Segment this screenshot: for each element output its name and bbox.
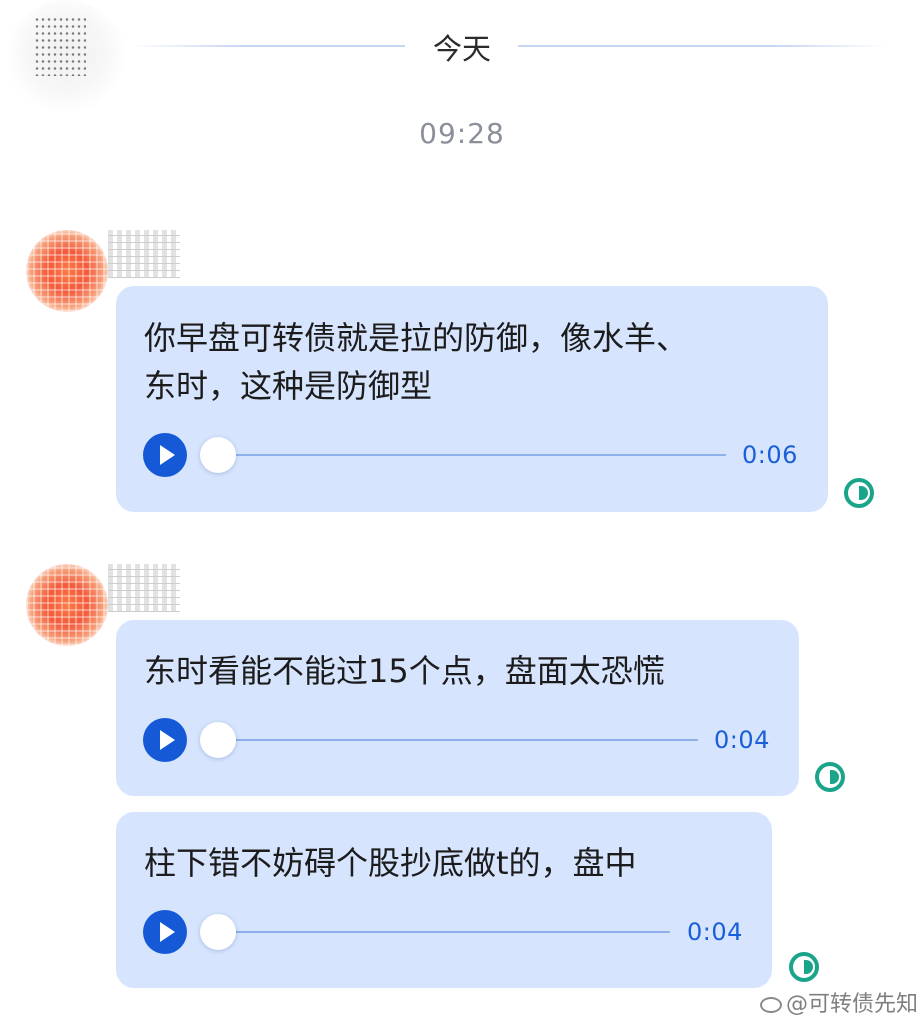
weibo-icon [759, 997, 782, 1013]
play-icon [160, 730, 175, 750]
avatar-image [26, 230, 108, 312]
voice-duration: 0:04 [714, 726, 770, 754]
play-button[interactable] [143, 910, 187, 954]
day-label: 今天 [432, 32, 491, 66]
read-receipt-icon [844, 478, 874, 508]
voice-message-bubble[interactable]: 你早盘可转债就是拉的防御，像水羊、 东时，这种是防御型 0:06 [116, 286, 828, 512]
seek-track[interactable] [218, 739, 698, 741]
play-icon [160, 922, 175, 942]
sender-name-blurred [108, 564, 180, 612]
seek-handle[interactable] [200, 437, 236, 473]
voice-duration: 0:04 [687, 918, 743, 946]
seek-handle[interactable] [200, 914, 236, 950]
avatar-image [26, 564, 108, 646]
seek-track[interactable] [218, 454, 726, 456]
watermark-text: @可转债先知 [785, 992, 918, 1017]
message-timestamp: 09:28 [419, 117, 505, 150]
play-button[interactable] [143, 433, 187, 477]
play-button[interactable] [143, 718, 187, 762]
voice-duration: 0:06 [742, 441, 798, 469]
read-receipt-icon [789, 952, 819, 982]
day-separator: 今天 [0, 18, 924, 74]
read-receipt-icon [815, 762, 845, 792]
voice-message-bubble[interactable]: 柱下错不妨碍个股抄底做t的，盘中 0:04 [116, 812, 772, 988]
seek-track[interactable] [218, 931, 670, 933]
sender-name-blurred [108, 230, 180, 278]
transcript-line: 东时看能不能过15个点，盘面太恐慌 [144, 652, 665, 690]
separator-line-left [130, 45, 405, 47]
watermark: @可转债先知 [759, 986, 918, 1018]
seek-handle[interactable] [200, 722, 236, 758]
play-icon [160, 445, 175, 465]
transcript-line: 柱下错不妨碍个股抄底做t的，盘中 [144, 844, 637, 882]
voice-message-bubble[interactable]: 东时看能不能过15个点，盘面太恐慌 0:04 [116, 620, 799, 796]
transcript-line: 你早盘可转债就是拉的防御，像水羊、 [144, 319, 689, 357]
transcript-line: 东时，这种是防御型 [144, 367, 433, 405]
separator-line-right [518, 45, 888, 47]
